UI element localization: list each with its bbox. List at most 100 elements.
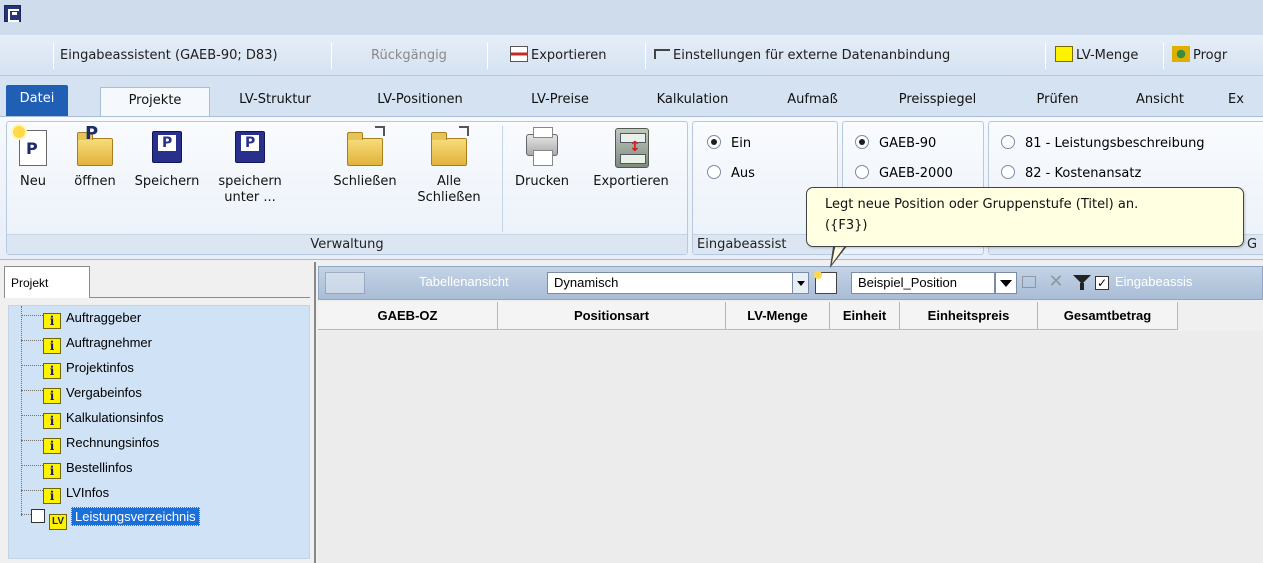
tree-item-label: Rechnungsinfos xyxy=(66,435,160,450)
close-all-button[interactable]: Alle Schließen xyxy=(409,126,489,206)
column-header-einheit[interactable]: Einheit xyxy=(830,302,900,330)
program-button[interactable]: Progr xyxy=(1172,45,1227,67)
save-as-button[interactable]: P speichern unter ... xyxy=(209,126,291,206)
info-icon: i xyxy=(43,438,61,454)
tab-underline xyxy=(90,296,310,298)
info-icon: i xyxy=(43,338,61,354)
tab-ex[interactable]: Ex xyxy=(1228,87,1263,116)
tab-projekt[interactable]: Projekt xyxy=(4,266,90,298)
table-view-label: Tabellenansicht xyxy=(419,274,509,289)
tree-item-label: Vergabeinfos xyxy=(66,385,142,400)
radio-ein[interactable]: Ein xyxy=(707,134,751,154)
tab-preisspiegel[interactable]: Preisspiegel xyxy=(880,87,995,116)
tree-connector xyxy=(21,340,43,341)
tree-item-projektinfos[interactable]: i Projektinfos xyxy=(9,356,134,380)
table-body[interactable] xyxy=(318,331,1263,563)
view-select-value: Dynamisch xyxy=(554,275,619,290)
tooltip-line-2: ({F3}) xyxy=(825,218,868,233)
radio-82-indicator xyxy=(1001,165,1015,179)
close-button[interactable]: Schließen xyxy=(325,126,405,190)
export-icon xyxy=(510,46,528,62)
tab-lv-preise[interactable]: LV-Preise xyxy=(515,87,605,116)
export-quick-button[interactable]: Exportieren xyxy=(510,45,606,67)
separator xyxy=(487,43,488,69)
tree-item-lvinfos[interactable]: i LVInfos xyxy=(9,481,109,505)
save-label: Speichern xyxy=(134,174,200,189)
undo-button[interactable]: Rückgängig xyxy=(371,45,447,67)
radio-82[interactable]: 82 - Kostenansatz xyxy=(1001,164,1141,184)
radio-gaeb-90[interactable]: GAEB-90 xyxy=(855,134,936,154)
tree-item-bestellinfos[interactable]: i Bestellinfos xyxy=(9,456,132,480)
column-header-einheitspreis[interactable]: Einheitspreis xyxy=(900,302,1038,330)
tooltip-line-1: Legt neue Position oder Gruppenstufe (Ti… xyxy=(825,197,1139,212)
tree-connector xyxy=(21,465,43,466)
tab-projekte[interactable]: Projekte xyxy=(100,87,210,116)
template-select-value: Beispiel_Position xyxy=(858,275,958,290)
lv-menge-icon xyxy=(1055,46,1073,62)
external-data-settings-button[interactable]: Einstellungen für externe Datenanbindung xyxy=(654,45,950,67)
close-all-folder-icon xyxy=(429,126,469,170)
tree-item-rechnungsinfos[interactable]: i Rechnungsinfos xyxy=(9,431,159,455)
eingabeassistent-checkbox[interactable]: ✓ xyxy=(1095,276,1109,290)
filter-icon[interactable] xyxy=(1071,272,1093,294)
radio-aus-indicator xyxy=(707,165,721,179)
tree-item-auftraggeber[interactable]: i Auftraggeber xyxy=(9,306,141,330)
tree-connector xyxy=(21,390,43,391)
column-header-gesamtbetrag[interactable]: Gesamtbetrag xyxy=(1038,302,1178,330)
radio-gaeb-2000-label: GAEB-2000 xyxy=(879,166,953,181)
group-verwaltung: P Neu P öffnen P Speichern P speichern u… xyxy=(6,121,688,255)
radio-gaeb-2000[interactable]: GAEB-2000 xyxy=(855,164,953,184)
eingabeassistent-button[interactable]: Eingabeassistent (GAEB-90; D83) xyxy=(60,45,278,67)
insert-icon[interactable] xyxy=(1019,272,1041,294)
radio-aus[interactable]: Aus xyxy=(707,164,755,184)
view-toggle-icon[interactable] xyxy=(325,272,365,294)
tab-lv-struktur[interactable]: LV-Struktur xyxy=(225,87,325,116)
app-icon[interactable] xyxy=(4,5,21,22)
positions-area: Tabellenansicht Dynamisch Beispiel_Posit… xyxy=(318,262,1263,563)
tree-item-label: Projektinfos xyxy=(66,360,134,375)
radio-aus-label: Aus xyxy=(731,166,755,181)
lv-menge-button[interactable]: LV-Menge xyxy=(1055,45,1138,67)
separator xyxy=(645,43,646,69)
tab-kalkulation[interactable]: Kalkulation xyxy=(640,87,745,116)
export-quick-label: Exportieren xyxy=(531,48,607,63)
new-position-icon[interactable] xyxy=(814,271,837,294)
plug-icon xyxy=(654,49,670,59)
save-button[interactable]: P Speichern xyxy=(127,126,207,190)
checkbox[interactable] xyxy=(31,509,45,523)
print-label: Drucken xyxy=(514,174,570,189)
tab-datei[interactable]: Datei xyxy=(6,85,68,116)
lv-icon: LV xyxy=(49,514,67,530)
radio-81[interactable]: 81 - Leistungsbeschreibung xyxy=(1001,134,1205,154)
column-header-positionsart[interactable]: Positionsart xyxy=(498,302,726,330)
tree-connector xyxy=(21,440,43,441)
tree-item-vergabeinfos[interactable]: i Vergabeinfos xyxy=(9,381,142,405)
save-as-icon: P xyxy=(230,126,270,170)
close-folder-icon xyxy=(345,126,385,170)
open-label: öffnen xyxy=(74,174,116,189)
export-button[interactable]: ↕ Exportieren xyxy=(581,126,681,190)
tab-aufmass[interactable]: Aufmaß xyxy=(775,87,850,116)
view-select[interactable]: Dynamisch xyxy=(547,272,809,294)
template-dropdown-icon[interactable] xyxy=(995,272,1017,294)
tree-item-kalkulationsinfos[interactable]: i Kalkulationsinfos xyxy=(9,406,164,430)
group-label-verwaltung: Verwaltung xyxy=(7,234,687,254)
column-header-gaeb-oz[interactable]: GAEB-OZ xyxy=(318,302,498,330)
open-button[interactable]: P öffnen xyxy=(65,125,125,190)
tree-item-auftragnehmer[interactable]: i Auftragnehmer xyxy=(9,331,152,355)
print-button[interactable]: Drucken xyxy=(507,126,577,190)
template-select[interactable]: Beispiel_Position xyxy=(851,272,995,294)
program-icon xyxy=(1172,46,1190,62)
export-label: Exportieren xyxy=(593,174,669,189)
tree-item-leistungsverzeichnis[interactable]: LV Leistungsverzeichnis xyxy=(9,505,200,530)
tab-lv-positionen[interactable]: LV-Positionen xyxy=(360,87,480,116)
delete-icon[interactable]: ✕ xyxy=(1045,272,1067,294)
separator xyxy=(1045,43,1046,69)
new-button[interactable]: P Neu xyxy=(11,126,55,190)
tab-ansicht[interactable]: Ansicht xyxy=(1120,87,1200,116)
tab-pruefen[interactable]: Prüfen xyxy=(1020,87,1095,116)
tree-connector xyxy=(21,490,43,491)
eingabeassistent-checkbox-label: Eingabeassis xyxy=(1115,274,1193,289)
column-header-lv-menge[interactable]: LV-Menge xyxy=(726,302,830,330)
tree-item-label: Kalkulationsinfos xyxy=(66,410,164,425)
